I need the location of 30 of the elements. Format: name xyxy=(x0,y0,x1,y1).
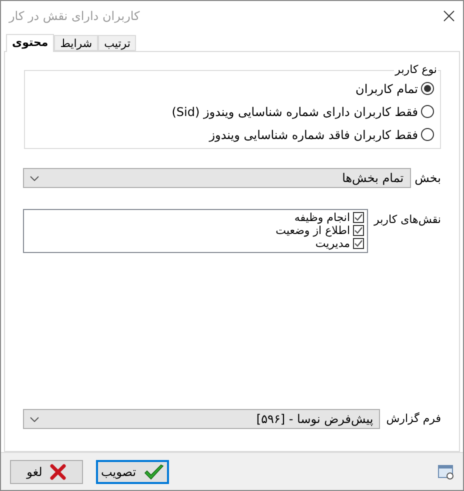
radio-button[interactable] xyxy=(421,105,434,118)
cancel-button[interactable]: لغو xyxy=(10,460,83,484)
close-icon[interactable] xyxy=(443,10,455,22)
role-checkbox-item[interactable]: مدیریت xyxy=(315,237,364,250)
tab[interactable]: ترتیب xyxy=(98,35,136,51)
radio-button[interactable] xyxy=(421,82,434,95)
tab[interactable]: محتوی xyxy=(6,34,54,52)
window-settings-icon[interactable] xyxy=(438,464,454,480)
tab[interactable]: شرایط xyxy=(54,35,98,51)
section-dropdown[interactable]: تمام بخش‌ها xyxy=(23,168,411,188)
checkbox[interactable] xyxy=(353,238,364,249)
radio-option[interactable]: فقط کاربران دارای شماره شناسایی ویندوز (Sid) xyxy=(172,102,434,121)
role-checkbox-item[interactable]: اطلاع از وضعیت xyxy=(276,224,364,237)
radio-option[interactable]: تمام کاربران xyxy=(356,79,434,98)
approve-button[interactable]: تصویب xyxy=(96,460,169,484)
chevron-down-icon xyxy=(30,176,39,180)
group-legend: نوع کاربر xyxy=(394,62,438,78)
roles-label: نقش‌های کاربر xyxy=(374,212,441,228)
section-label: بخش xyxy=(414,170,441,187)
checkbox[interactable] xyxy=(353,212,364,223)
radio-option[interactable]: فقط کاربران فاقد شماره شناسایی ویندوز xyxy=(209,125,434,144)
chevron-down-icon xyxy=(30,416,39,422)
window-title: کاربران دارای نقش در کار xyxy=(9,8,140,25)
checkmark-icon xyxy=(144,464,164,480)
report-form-label: فرم گزارش xyxy=(386,410,441,427)
role-checkbox-item[interactable]: انجام وظیفه xyxy=(294,211,364,224)
checkbox[interactable] xyxy=(353,225,364,236)
close-icon xyxy=(50,464,66,480)
report-form-dropdown[interactable]: پیش‌فرض نوسا - [۵۹۶] xyxy=(23,409,380,429)
radio-button[interactable] xyxy=(421,128,434,141)
